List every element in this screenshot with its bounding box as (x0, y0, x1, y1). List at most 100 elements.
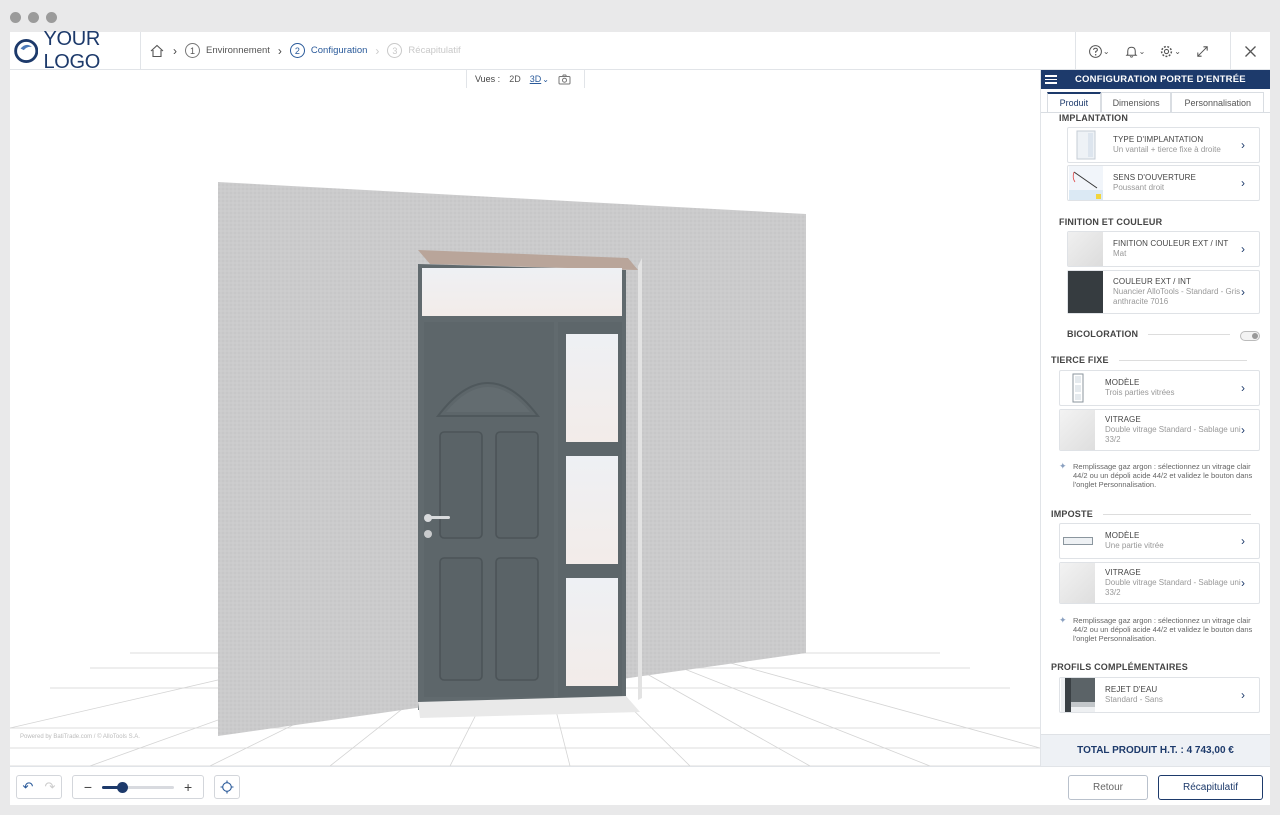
notifications-button[interactable]: ⌄ (1124, 44, 1146, 59)
window-dot-minimize[interactable] (28, 12, 39, 23)
view-3d-button[interactable]: 3D (530, 74, 542, 84)
crosshair-icon (220, 780, 234, 794)
config-panel: CONFIGURATION PORTE D'ENTRÉE Produit Dim… (1040, 70, 1270, 766)
option-rejet-eau[interactable]: REJET D'EAU Standard - Sans › (1059, 677, 1260, 713)
zoom-out-button[interactable]: − (84, 779, 92, 795)
lightbulb-icon: ✦ (1059, 461, 1067, 471)
window-dot-maximize[interactable] (46, 12, 57, 23)
ouverture-thumb (1068, 166, 1103, 200)
chevron-right-icon: › (1241, 242, 1245, 256)
recapitulatif-button[interactable]: Récapitulatif (1158, 775, 1263, 800)
panel-header: CONFIGURATION PORTE D'ENTRÉE (1041, 70, 1270, 89)
total-price: TOTAL PRODUIT H.T. : 4 743,00 € (1041, 734, 1270, 766)
3d-viewport[interactable]: Powered by BatiTrade.com / © AlloTools S… (10, 88, 1040, 766)
zoom-control: − + (72, 775, 204, 799)
option-tierce-vitrage[interactable]: VITRAGE Double vitrage Standard - Sablage… (1059, 409, 1260, 451)
imposte-glass (422, 268, 622, 316)
help-icon (1088, 44, 1102, 58)
home-icon[interactable] (149, 43, 165, 59)
logo-text: YOUR LOGO (43, 27, 101, 73)
expand-icon (1197, 45, 1208, 57)
close-button[interactable] (1230, 32, 1270, 70)
panel-tabs: Produit Dimensions Personnalisation (1041, 89, 1270, 113)
settings-button[interactable]: ⌄ (1159, 44, 1181, 59)
chevron-right-icon: › (1241, 381, 1245, 395)
window-dot-close[interactable] (10, 12, 21, 23)
bell-icon (1125, 46, 1138, 58)
section-implantation: IMPLANTATION (1059, 113, 1129, 123)
chevron-down-icon: ⌄ (1174, 46, 1181, 56)
tab-produit[interactable]: Produit (1047, 92, 1101, 112)
tab-personnalisation[interactable]: Personnalisation (1171, 92, 1264, 112)
fullscreen-button[interactable] (1195, 44, 1210, 59)
option-sens-ouverture[interactable]: SENS D'OUVERTURE Poussant droit › (1067, 165, 1260, 201)
app-window: YOUR LOGO › 1 Environnement › 2 Configur… (0, 0, 1280, 815)
chevron-right-icon: › (1241, 176, 1245, 190)
redo-icon[interactable]: ↷ (39, 779, 61, 795)
vitrage-swatch (1060, 563, 1095, 603)
chevron-right-icon: › (375, 43, 380, 58)
vitrage-swatch (1060, 410, 1095, 450)
views-label: Vues : (475, 74, 501, 84)
section-finition: FINITION ET COULEUR (1059, 217, 1163, 227)
step-number: 2 (289, 43, 305, 58)
chevron-down-icon[interactable]: ⌄ (542, 75, 549, 84)
panel-title: CONFIGURATION PORTE D'ENTRÉE (1075, 74, 1246, 85)
zoom-in-button[interactable]: + (184, 779, 192, 795)
step-configuration[interactable]: 2 Configuration (289, 43, 368, 58)
chevron-right-icon: › (1241, 534, 1245, 548)
bicoloration-label: BICOLORATION (1067, 329, 1139, 339)
section-imposte: IMPOSTE (1051, 509, 1251, 519)
option-tierce-modele[interactable]: MODÈLE Trois parties vitrées › (1059, 370, 1260, 406)
implantation-thumb (1068, 128, 1103, 162)
chevron-right-icon: › (1241, 688, 1245, 702)
chevron-right-icon: › (173, 43, 177, 58)
logo-icon (14, 38, 39, 63)
configurator-app: YOUR LOGO › 1 Environnement › 2 Configur… (10, 28, 1270, 805)
section-profils: PROFILS COMPLÉMENTAIRES (1051, 662, 1188, 672)
bicoloration-row: BICOLORATION (1067, 329, 1261, 339)
color-swatch (1068, 271, 1103, 313)
option-couleur[interactable]: COULEUR EXT / INT Nuancier AlloTools - St… (1067, 270, 1260, 314)
bicoloration-toggle[interactable] (1240, 331, 1260, 341)
window-controls (10, 12, 57, 23)
help-button[interactable]: ⌄ (1088, 44, 1110, 59)
view-2d-button[interactable]: 2D (509, 74, 521, 84)
chevron-down-icon: ⌄ (1138, 46, 1146, 56)
step-label: Récapitulatif (408, 45, 461, 56)
panel-body: IMPLANTATION TYPE D'IMPLANTATION Un vanta… (1041, 113, 1270, 725)
option-finition-couleur[interactable]: FINITION COULEUR EXT / INT Mat › (1067, 231, 1260, 267)
imposte-thumb (1060, 524, 1095, 558)
option-imposte-modele[interactable]: MODÈLE Une partie vitrée › (1059, 523, 1260, 559)
step-label: Configuration (310, 45, 368, 56)
finition-swatch (1068, 232, 1103, 266)
argon-note: ✦ Remplissage gaz argon : sélectionnez u… (1059, 615, 1253, 644)
chevron-right-icon: › (1241, 285, 1245, 299)
retour-button[interactable]: Retour (1068, 775, 1148, 800)
option-imposte-vitrage[interactable]: VITRAGE Double vitrage Standard - Sablage… (1059, 562, 1260, 604)
breadcrumb: › 1 Environnement › 2 Configuration › 3 … (149, 43, 461, 59)
chevron-right-icon: › (277, 43, 282, 58)
camera-icon[interactable] (558, 74, 571, 85)
gear-icon (1161, 45, 1173, 57)
bottom-toolbar: ↶ ↷ − + Retour Récapitulatif (10, 766, 1270, 805)
recenter-button[interactable] (214, 775, 240, 799)
zoom-slider[interactable] (102, 781, 174, 793)
powered-by-text: Powered by BatiTrade.com / © AlloTools S… (20, 734, 140, 740)
argon-note: ✦ Remplissage gaz argon : sélectionnez u… (1059, 461, 1253, 490)
step-environnement[interactable]: 1 Environnement (185, 43, 270, 58)
history-controls: ↶ ↷ (16, 775, 62, 799)
tab-dimensions[interactable]: Dimensions (1100, 92, 1172, 112)
zoom-slider-knob[interactable] (117, 781, 129, 793)
chevron-right-icon: › (1241, 423, 1245, 437)
menu-icon[interactable] (1045, 75, 1057, 84)
views-toolbar: Vues : 2D 3D ⌄ (466, 70, 585, 88)
option-type-implantation[interactable]: TYPE D'IMPLANTATION Un vantail + tierce f… (1067, 127, 1260, 163)
lightbulb-icon: ✦ (1059, 615, 1067, 625)
undo-icon[interactable]: ↶ (17, 779, 39, 795)
rejet-thumb (1060, 678, 1095, 712)
close-icon (1245, 45, 1256, 57)
tierce-thumb (1060, 371, 1095, 405)
chevron-down-icon: ⌄ (1102, 46, 1110, 56)
logo[interactable]: YOUR LOGO (10, 28, 141, 73)
